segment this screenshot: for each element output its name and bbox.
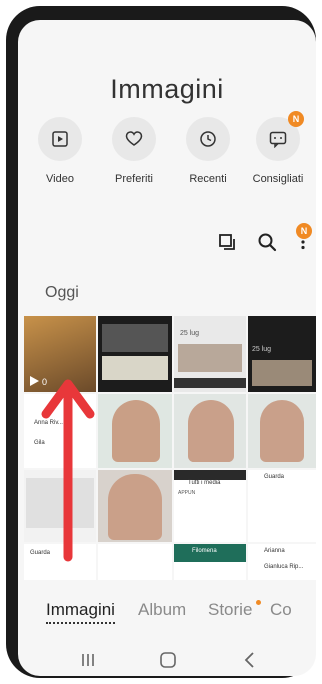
more-options-badge: N <box>296 223 312 239</box>
photo-content <box>188 400 234 462</box>
chat-screenshot-thumbnail[interactable]: Arianna Gianluca Rip... <box>248 544 316 580</box>
shortcut-favorites[interactable]: Preferiti <box>98 117 170 185</box>
screenshot-thumbnail[interactable]: 25 lug <box>174 316 246 392</box>
section-title: Oggi <box>45 284 79 301</box>
screenshot-content <box>102 324 168 352</box>
swipe-up-arrow-icon <box>41 379 95 562</box>
photo-content <box>112 400 160 462</box>
suggested-badge: N <box>288 111 304 127</box>
shortcut-recent-label: Recenti <box>189 173 227 185</box>
shortcut-video-label: Video <box>46 173 74 185</box>
screenshot-thumbnail[interactable]: 25 lug <box>248 316 316 392</box>
screenshot-content <box>174 378 246 388</box>
more-options-icon[interactable]: N <box>292 223 314 253</box>
toolbar: N <box>176 223 316 258</box>
chat-title: Filomena <box>192 548 217 554</box>
screenshot-thumbnail[interactable] <box>98 544 172 580</box>
screenshot-content <box>178 344 242 372</box>
suggested-icon: N <box>256 111 304 161</box>
recents-nav-icon[interactable] <box>78 650 98 670</box>
chat-name: Arianna <box>264 548 285 554</box>
selfie-video-thumbnail[interactable] <box>174 394 246 468</box>
screenshot-content <box>102 356 168 380</box>
photo-content <box>108 474 162 540</box>
phone-frame: Immagini Video Preferiti Recenti N Consi… <box>6 6 316 678</box>
screenshot-content <box>252 360 312 386</box>
section-label: APPUN <box>178 490 196 496</box>
heart-icon <box>112 117 156 161</box>
shortcut-suggested-label: Consigliati <box>252 173 304 185</box>
chat-name: Gianluca Rip... <box>264 564 304 570</box>
system-navbar <box>18 644 316 676</box>
screenshot-thumbnail[interactable]: Tutti i media APPUN <box>174 470 246 542</box>
shortcut-suggested[interactable]: N Consigliati <box>242 111 314 185</box>
tile-date: 25 lug <box>180 330 200 337</box>
page-title: Immagini <box>110 74 224 104</box>
chat-screenshot-thumbnail[interactable]: Filomena <box>174 544 246 580</box>
search-label: Guarda <box>264 474 285 480</box>
shortcut-bar: Video Preferiti Recenti N Consigliati <box>18 111 316 207</box>
shortcut-favorites-label: Preferiti <box>115 173 153 185</box>
photo-grid: 0 25 lug 25 lug Anna Riv... Gila Tutti i… <box>24 316 316 580</box>
screenshot-content <box>174 470 246 480</box>
tile-date: 25 lug <box>252 346 272 353</box>
shortcut-recent[interactable]: Recenti <box>172 117 244 185</box>
select-icon[interactable] <box>216 231 238 253</box>
back-nav-icon[interactable] <box>240 650 260 670</box>
photo-content <box>260 400 304 462</box>
tab-more[interactable]: Co <box>270 600 292 620</box>
bottom-tabs: Immagini Album Storie Co <box>18 600 316 630</box>
search-icon[interactable] <box>256 231 278 253</box>
tab-albums[interactable]: Album <box>138 600 186 620</box>
home-nav-icon[interactable] <box>158 650 178 670</box>
tab-stories[interactable]: Storie <box>208 600 252 620</box>
clock-icon <box>186 117 230 161</box>
selfie-video-thumbnail[interactable] <box>98 470 172 542</box>
selfie-video-thumbnail[interactable] <box>98 394 172 468</box>
media-label: Tutti i media <box>188 480 221 486</box>
screenshot-thumbnail[interactable] <box>98 316 172 392</box>
selfie-video-thumbnail[interactable] <box>248 394 316 468</box>
shortcut-video[interactable]: Video <box>24 117 96 185</box>
gallery-screen: Immagini Video Preferiti Recenti N Consi… <box>18 20 316 676</box>
screenshot-thumbnail[interactable]: Guarda <box>248 470 316 542</box>
stories-new-dot <box>256 600 261 605</box>
tab-pictures[interactable]: Immagini <box>46 600 115 624</box>
video-icon <box>38 117 82 161</box>
